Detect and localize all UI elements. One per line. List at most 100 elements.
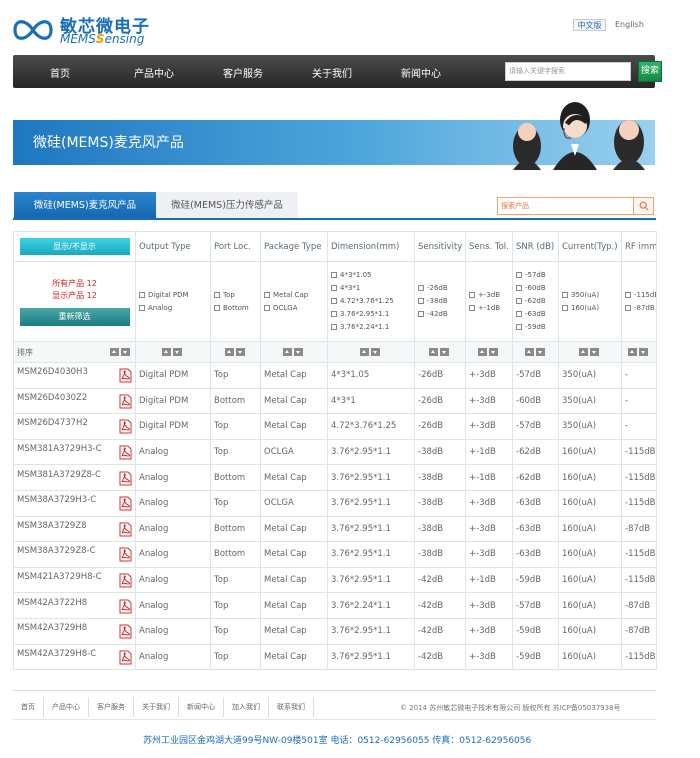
sort-desc-icon[interactable] [173, 348, 182, 356]
checkbox[interactable] [139, 304, 145, 311]
sort-desc-icon[interactable] [590, 348, 599, 356]
lang-english-link[interactable]: English [615, 19, 644, 31]
lang-chinese-link[interactable]: 中文版 [573, 19, 606, 31]
sort-desc-icon[interactable] [235, 348, 245, 356]
filter-option[interactable]: -62dB [516, 295, 555, 308]
filter-option[interactable]: 3.76*2.24*1.1 [331, 321, 411, 334]
checkbox[interactable] [331, 272, 337, 278]
checkbox[interactable] [139, 291, 145, 298]
pdf-icon[interactable] [119, 624, 132, 639]
pdf-icon[interactable] [119, 471, 132, 486]
filter-option[interactable]: -115dB [625, 289, 656, 302]
sort-asc-icon[interactable] [429, 348, 438, 356]
footer-link[interactable]: 产品中心 [44, 697, 89, 717]
checkbox[interactable] [331, 285, 337, 291]
model-link[interactable]: MSM38A3729Z8 [17, 521, 87, 531]
model-link[interactable]: MSM42A3722H8 [17, 598, 87, 608]
sort-asc-icon[interactable] [524, 348, 534, 356]
filter-option[interactable]: -60dB [516, 282, 555, 295]
pdf-icon[interactable] [119, 419, 132, 434]
checkbox[interactable] [625, 291, 631, 298]
sort-desc-icon[interactable] [294, 348, 303, 356]
checkbox[interactable] [214, 304, 220, 311]
pdf-icon[interactable] [119, 368, 132, 383]
footer-link[interactable]: 关于我们 [134, 697, 179, 717]
sort-desc-icon[interactable] [440, 348, 449, 356]
filter-option[interactable]: -42dB [418, 308, 462, 321]
footer-link[interactable]: 新闻中心 [179, 697, 224, 717]
filter-option[interactable]: -59dB [516, 321, 555, 334]
pdf-icon[interactable] [119, 496, 132, 511]
model-link[interactable]: MSM38A3729Z8-C [17, 546, 96, 556]
site-logo[interactable]: 敏芯微电子 MEMSSensing [12, 12, 149, 48]
filter-option[interactable]: Digital PDM [139, 289, 207, 302]
model-link[interactable]: MSM42A3729H8-C [17, 649, 96, 659]
checkbox[interactable] [469, 304, 475, 311]
filter-option[interactable]: OCLGA [264, 302, 324, 315]
filter-option[interactable]: 160(uA) [562, 302, 618, 315]
sort-desc-icon[interactable] [121, 348, 130, 356]
model-link[interactable]: MSM381A3729H3-C [17, 444, 102, 454]
tab-mems-microphone[interactable]: 微硅(MEMS)麦克风产品 [14, 192, 156, 219]
model-link[interactable]: MSM42A3729H8 [17, 623, 87, 633]
filter-option[interactable]: +-3dB [469, 289, 509, 302]
pdf-icon[interactable] [119, 573, 132, 588]
checkbox[interactable] [214, 291, 220, 298]
checkbox[interactable] [516, 285, 522, 291]
sort-asc-icon[interactable] [224, 348, 234, 356]
nav-item-news[interactable]: 新闻中心 [401, 65, 441, 80]
checkbox[interactable] [331, 311, 337, 317]
sort-desc-icon[interactable] [535, 348, 545, 356]
search-input[interactable]: 请输入关键字搜索 [505, 62, 631, 81]
pdf-icon[interactable] [119, 650, 132, 665]
filter-option[interactable]: -63dB [516, 308, 555, 321]
filter-option[interactable]: 350(uA) [562, 289, 618, 302]
show-hide-button[interactable]: 显示/不显示 [19, 238, 130, 255]
checkbox[interactable] [516, 298, 522, 304]
checkbox[interactable] [264, 291, 270, 298]
sort-asc-icon[interactable] [283, 348, 292, 356]
checkbox[interactable] [625, 304, 631, 311]
footer-link[interactable]: 首页 [13, 697, 44, 717]
checkbox[interactable] [562, 291, 568, 298]
sort-desc-icon[interactable] [639, 348, 648, 356]
pdf-icon[interactable] [119, 445, 132, 460]
nav-item-about[interactable]: 关于我们 [312, 65, 352, 80]
pdf-icon[interactable] [119, 522, 132, 537]
checkbox[interactable] [264, 304, 270, 311]
sort-asc-icon[interactable] [162, 348, 171, 356]
filter-option[interactable]: 4.72*3.76*1.25 [331, 295, 411, 308]
filter-option[interactable]: -26dB [418, 282, 462, 295]
sort-asc-icon[interactable] [478, 348, 487, 356]
filter-option[interactable]: -57dB [516, 269, 555, 282]
checkbox[interactable] [516, 272, 522, 278]
tab-mems-pressure[interactable]: 微硅(MEMS)压力传感产品 [156, 192, 298, 219]
model-link[interactable]: MSM38A3729H3-C [17, 495, 96, 505]
sort-asc-icon[interactable] [579, 348, 588, 356]
checkbox[interactable] [562, 304, 568, 311]
filter-option[interactable]: 3.76*2.95*1.1 [331, 308, 411, 321]
sort-desc-icon[interactable] [371, 348, 380, 356]
product-search-input[interactable]: 搜索产品 [497, 197, 634, 215]
filter-option[interactable]: 4*3*1.05 [331, 269, 411, 282]
pdf-icon[interactable] [119, 547, 132, 562]
filter-option[interactable]: Metal Cap [264, 289, 324, 302]
filter-option[interactable]: +-1dB [469, 302, 509, 315]
sort-asc-icon[interactable] [628, 348, 637, 356]
checkbox[interactable] [516, 324, 522, 330]
checkbox[interactable] [469, 291, 475, 298]
sort-asc-icon[interactable] [110, 348, 119, 356]
search-button[interactable]: 搜索 [638, 61, 662, 82]
filter-option[interactable]: Top [214, 289, 257, 302]
filter-option[interactable]: Analog [139, 302, 207, 315]
checkbox[interactable] [331, 324, 337, 330]
pdf-icon[interactable] [119, 394, 132, 409]
model-link[interactable]: MSM26D4030H3 [17, 367, 88, 377]
pdf-icon[interactable] [119, 599, 132, 614]
model-link[interactable]: MSM381A3729Z8-C [17, 470, 101, 480]
nav-item-products[interactable]: 产品中心 [134, 65, 174, 80]
footer-link[interactable]: 联系我们 [269, 697, 314, 717]
checkbox[interactable] [516, 311, 522, 317]
sort-asc-icon[interactable] [360, 348, 369, 356]
checkbox[interactable] [331, 298, 337, 304]
